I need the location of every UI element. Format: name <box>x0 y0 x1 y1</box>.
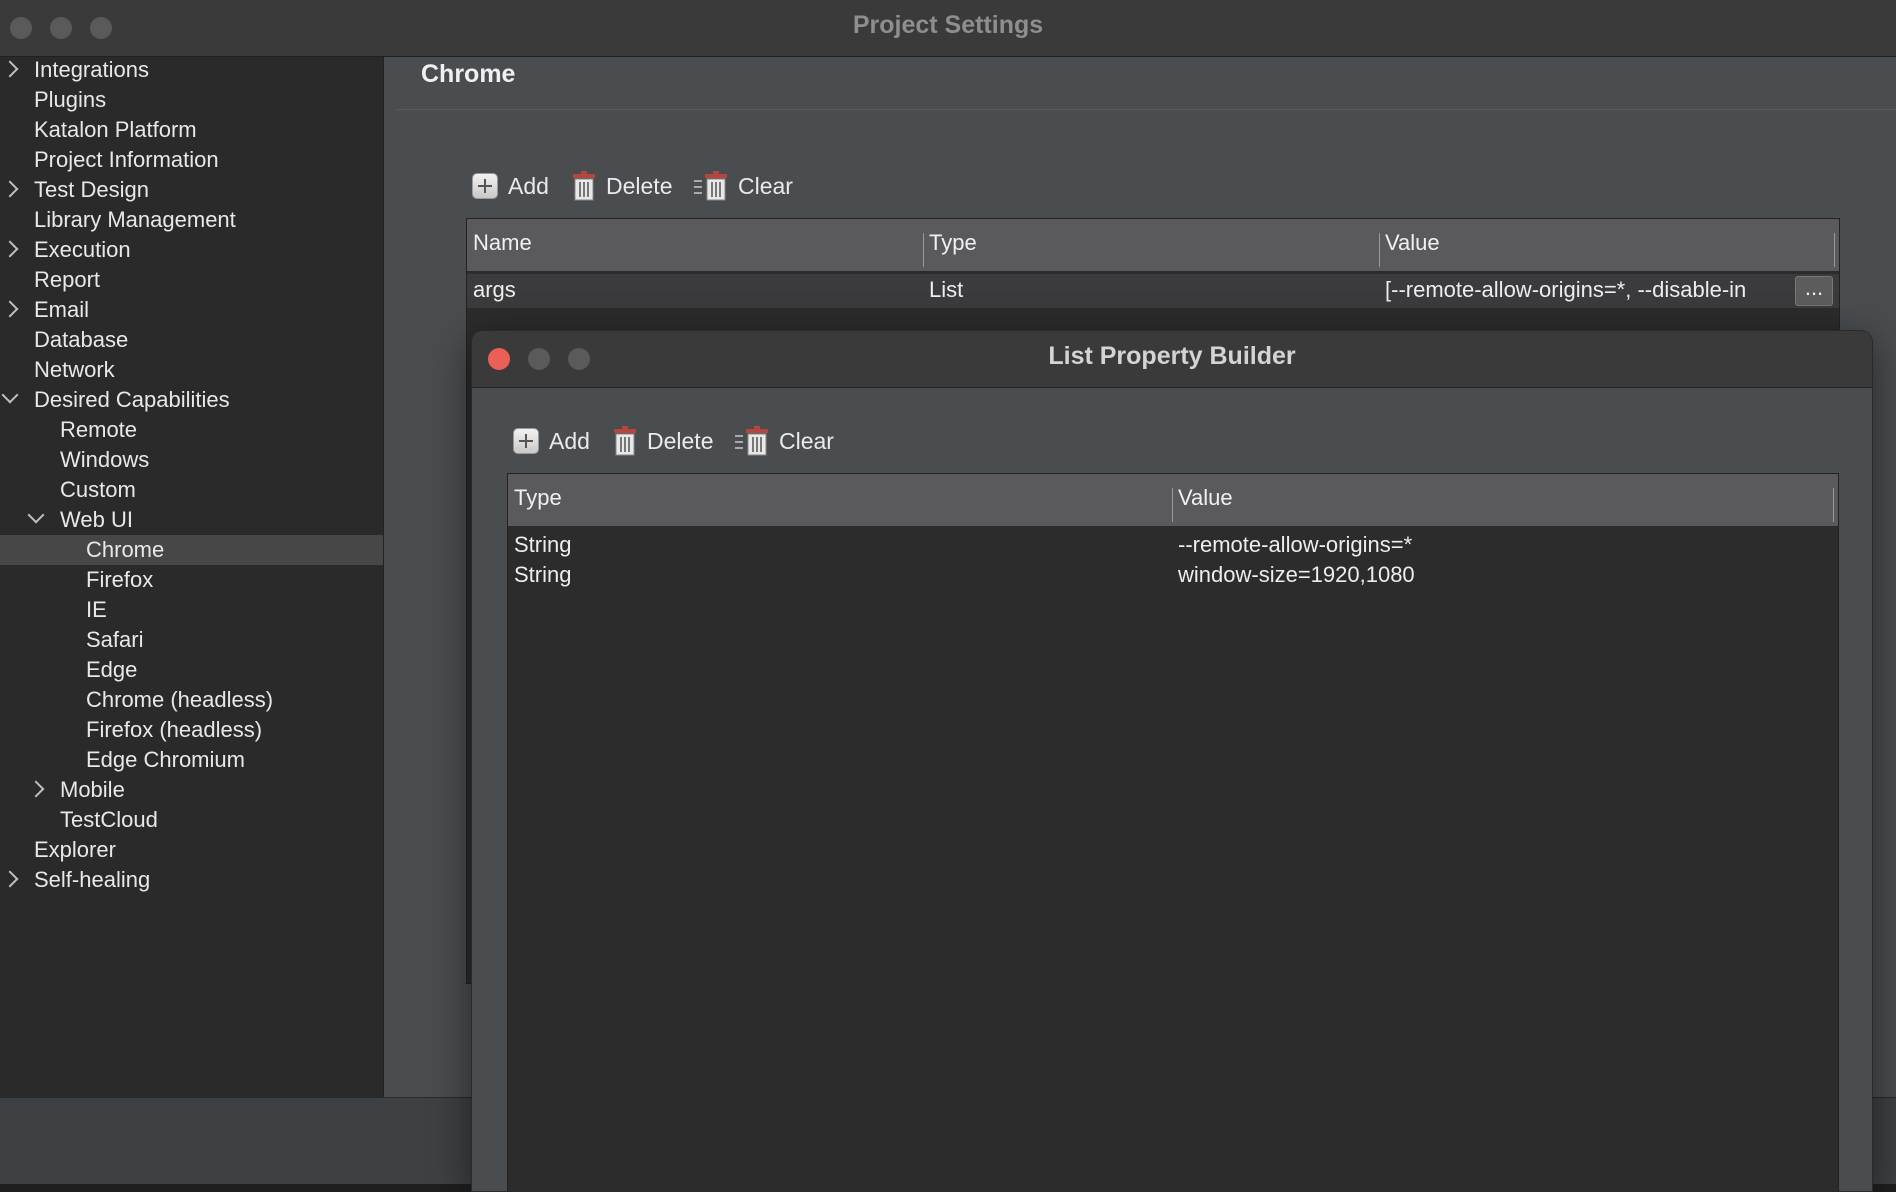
panel-title: Chrome <box>421 60 516 88</box>
tree-item-library-management[interactable]: Library Management <box>0 205 383 235</box>
list-item-type[interactable]: String <box>514 532 571 558</box>
tree-item-firefox-headless[interactable]: Firefox (headless) <box>0 715 383 745</box>
list-item-value[interactable]: window-size=1920,1080 <box>1178 562 1415 588</box>
tree-item-email[interactable]: Email <box>0 295 383 325</box>
tree-item-remote[interactable]: Remote <box>0 415 383 445</box>
clear-list-button[interactable]: Clear <box>735 424 834 458</box>
edit-value-button[interactable]: ... <box>1795 276 1833 306</box>
dialog-title: List Property Builder <box>1048 342 1296 370</box>
chevron-right-icon[interactable] <box>27 780 45 798</box>
chevron-right-icon[interactable] <box>1 60 19 78</box>
tree-item-database[interactable]: Database <box>0 325 383 355</box>
trash-icon <box>614 426 636 456</box>
delete-capability-button[interactable]: Delete <box>572 169 672 203</box>
tree-item-mobile[interactable]: Mobile <box>0 775 383 805</box>
tree-item-desired-capabilities[interactable]: Desired Capabilities <box>0 385 383 415</box>
tree-item-plugins[interactable]: Plugins <box>0 85 383 115</box>
table-header: Type Value <box>508 474 1838 526</box>
column-header-type[interactable]: Type <box>514 474 562 526</box>
add-icon <box>513 428 539 454</box>
column-resize-handle[interactable] <box>1833 488 1834 522</box>
column-header-type[interactable]: Type <box>929 219 977 271</box>
clear-icon <box>735 426 768 456</box>
tree-item-ie[interactable]: IE <box>0 595 383 625</box>
list-item-type[interactable]: String <box>514 562 571 588</box>
tree-item-safari[interactable]: Safari <box>0 625 383 655</box>
list-items-table: Type Value String --remote-allow-origins… <box>507 473 1839 1191</box>
tree-item-edge[interactable]: Edge <box>0 655 383 685</box>
cell-type: List <box>929 277 964 302</box>
table-header: Name Type Value <box>467 219 1839 271</box>
tree-item-edge-chromium[interactable]: Edge Chromium <box>0 745 383 775</box>
column-header-value[interactable]: Value <box>1178 474 1233 526</box>
window-titlebar: Project Settings <box>0 0 1896 57</box>
tree-item-explorer[interactable]: Explorer <box>0 835 383 865</box>
tree-item-windows[interactable]: Windows <box>0 445 383 475</box>
tree-item-integrations[interactable]: Integrations <box>0 55 383 85</box>
delete-list-item-button[interactable]: Delete <box>613 424 713 458</box>
cell-value[interactable]: [--remote-allow-origins=*, --disable-in <box>1385 277 1790 303</box>
table-row[interactable]: args List [--remote-allow-origins=*, --d… <box>467 274 1839 308</box>
column-header-name[interactable]: Name <box>473 219 532 271</box>
chevron-right-icon[interactable] <box>1 180 19 198</box>
tree-item-project-information[interactable]: Project Information <box>0 145 383 175</box>
tree-item-chrome[interactable]: Chrome <box>0 535 383 565</box>
tree-item-custom[interactable]: Custom <box>0 475 383 505</box>
trash-icon <box>573 171 595 201</box>
tree-item-report[interactable]: Report <box>0 265 383 295</box>
tree-item-katalon-platform[interactable]: Katalon Platform <box>0 115 383 145</box>
add-capability-button[interactable]: Add <box>472 169 549 203</box>
project-settings-window: Project Settings Integrations Plugins Ka… <box>0 0 1896 1192</box>
chevron-right-icon[interactable] <box>1 240 19 258</box>
tree-item-test-design[interactable]: Test Design <box>0 175 383 205</box>
chevron-down-icon[interactable] <box>27 506 45 524</box>
column-resize-handle[interactable] <box>1379 233 1380 267</box>
tree-item-testcloud[interactable]: TestCloud <box>0 805 383 835</box>
column-header-value[interactable]: Value <box>1385 219 1440 271</box>
clear-capabilities-button[interactable]: Clear <box>694 169 793 203</box>
dialog-titlebar: List Property Builder <box>472 331 1872 388</box>
panel-header <box>397 57 1896 110</box>
tree-item-web-ui[interactable]: Web UI <box>0 505 383 535</box>
column-resize-handle[interactable] <box>1172 488 1173 522</box>
add-icon <box>472 173 498 199</box>
list-item-value[interactable]: --remote-allow-origins=* <box>1178 532 1412 558</box>
tree-item-chrome-headless[interactable]: Chrome (headless) <box>0 685 383 715</box>
list-property-builder-dialog: List Property Builder Add Delete Clear T… <box>471 330 1873 1192</box>
column-resize-handle[interactable] <box>1834 233 1835 267</box>
tree-item-network[interactable]: Network <box>0 355 383 385</box>
tree-item-firefox[interactable]: Firefox <box>0 565 383 595</box>
chevron-right-icon[interactable] <box>1 300 19 318</box>
chevron-right-icon[interactable] <box>1 870 19 888</box>
tree-item-execution[interactable]: Execution <box>0 235 383 265</box>
settings-tree: Integrations Plugins Katalon Platform Pr… <box>0 57 384 1097</box>
window-title: Project Settings <box>852 11 1044 39</box>
tree-item-self-healing[interactable]: Self-healing <box>0 865 383 895</box>
cell-name: args <box>473 277 516 302</box>
column-resize-handle[interactable] <box>923 233 924 267</box>
chevron-down-icon[interactable] <box>1 386 19 404</box>
clear-icon <box>694 171 727 201</box>
add-list-item-button[interactable]: Add <box>513 424 590 458</box>
